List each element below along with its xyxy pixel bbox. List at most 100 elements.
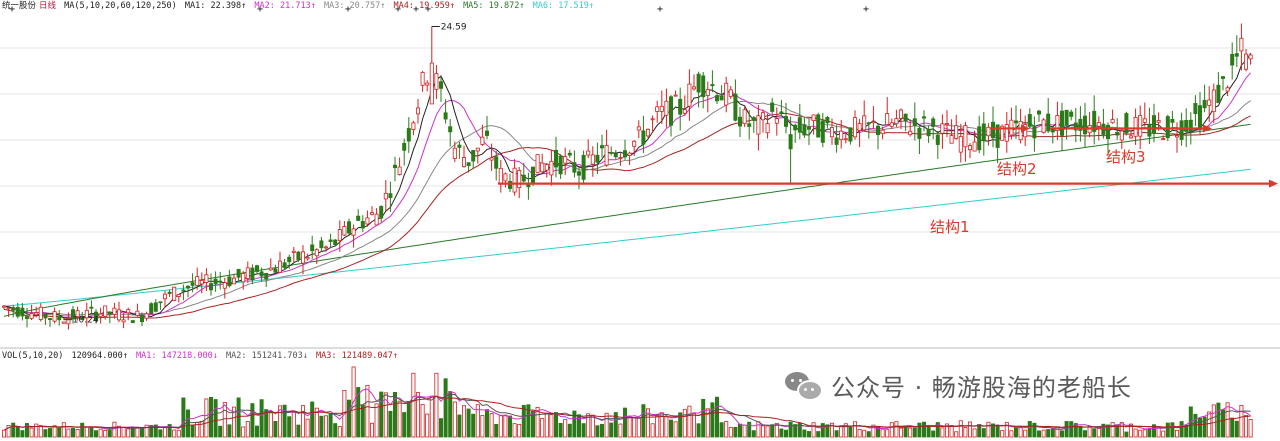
candle-down [208, 283, 213, 291]
candle-up [135, 310, 140, 316]
volume-bar-up [899, 427, 904, 438]
volume-bar-down [438, 418, 443, 438]
volume-bar-up [1087, 425, 1092, 438]
volume-bar-up [742, 424, 747, 438]
candle-up [963, 125, 968, 148]
volume-bar-down [1179, 421, 1184, 438]
volume-bar-down [213, 399, 218, 438]
volume-bar-up [112, 421, 117, 438]
candle-up [853, 117, 858, 138]
volume-bar-down [1234, 420, 1239, 438]
volume-bar-down [1216, 402, 1221, 438]
volume-bar-up [540, 418, 545, 438]
watermark: 公众号 · 畅游股海的老船长 [785, 368, 1132, 402]
candle-down [48, 318, 53, 321]
candle-down [406, 128, 411, 142]
candle-down [1106, 124, 1111, 140]
volume-bar-down [466, 408, 471, 438]
candle-down [328, 239, 333, 242]
candle-up [305, 256, 310, 260]
volume-bar-down [1198, 417, 1203, 438]
volume-bar-up [452, 401, 457, 438]
candle-up [871, 121, 876, 124]
volume-bar-up [563, 419, 568, 438]
volume-bar-up [512, 423, 517, 438]
candle-down [15, 307, 20, 317]
candle-up [664, 100, 669, 116]
candle-down [788, 134, 793, 150]
candle-up [1161, 138, 1166, 140]
candle-down [1216, 84, 1221, 104]
candle-up [540, 162, 545, 173]
candle-down [310, 244, 315, 252]
volume-bar-up [604, 412, 609, 438]
volume-bar-up [1000, 430, 1005, 438]
volume-bar-up [162, 427, 167, 438]
candle-down [273, 268, 278, 273]
volume-bar-up [986, 421, 991, 438]
volume-bar-down [816, 431, 821, 438]
candle-down [139, 314, 144, 323]
volume-bar-down [1147, 428, 1152, 438]
candle-up [475, 147, 480, 152]
volume-bar-down [696, 423, 701, 438]
candle-down [379, 206, 384, 219]
volume-bar-up [544, 413, 549, 438]
ma10-line [3, 72, 1251, 318]
candle-down [747, 123, 752, 127]
candle-up [461, 157, 466, 167]
candle-up [241, 273, 246, 283]
candle-up [480, 136, 485, 145]
candle-up [1207, 99, 1212, 106]
volume-bar-down [784, 429, 789, 438]
watermark-text: 公众号 · 畅游股海的老船长 [831, 373, 1132, 402]
candle-down [296, 251, 301, 260]
candle-down [333, 239, 338, 245]
candle-down [1060, 110, 1065, 136]
candle-up [425, 82, 430, 86]
candle-up [899, 109, 904, 119]
candle-up [1041, 119, 1046, 133]
volume-bar-down [402, 412, 407, 438]
candle-up [986, 126, 991, 137]
volume-bar-down [641, 404, 646, 438]
candle-down [130, 320, 135, 323]
candle-up [126, 309, 131, 314]
volume-bar-down [48, 428, 53, 438]
volume-bar-up [420, 404, 425, 438]
volume-bar-up [1207, 411, 1212, 438]
candle-up [365, 217, 370, 225]
candle-up [314, 249, 319, 257]
volume-bar-up [1133, 428, 1138, 438]
volume-bar-down [834, 430, 839, 438]
high-label: 24.59 [441, 23, 467, 33]
volume-bar-up [673, 421, 678, 438]
event-marker: + [657, 4, 663, 15]
volume-bar-down [733, 426, 738, 438]
candle-up [1133, 117, 1138, 137]
candle-down [554, 150, 559, 168]
volume-bar-up [480, 415, 485, 438]
candle-up [342, 226, 347, 236]
volume-bar-up [894, 421, 899, 438]
candle-down [641, 130, 646, 145]
ma3-value: MA3: 20.757↑ [323, 1, 386, 11]
candle-down [287, 256, 292, 263]
candle-down [609, 151, 614, 154]
candle-down [1152, 115, 1157, 134]
candle-up [945, 123, 950, 125]
candle-down [443, 112, 448, 120]
candle-down [1202, 99, 1207, 109]
candle-up [958, 136, 963, 153]
volume-bar-up [1244, 415, 1249, 438]
candle-up [112, 307, 117, 315]
volume-bar-up [618, 423, 623, 438]
volume-bar-up [397, 400, 402, 438]
volume-bar-up [1248, 419, 1253, 438]
volume-bar-up [765, 425, 770, 438]
volume-bar-down [751, 430, 756, 438]
candle-up [908, 130, 913, 136]
candle-down [448, 126, 453, 133]
candle-down [360, 221, 365, 229]
volume-bar-down [15, 426, 20, 438]
